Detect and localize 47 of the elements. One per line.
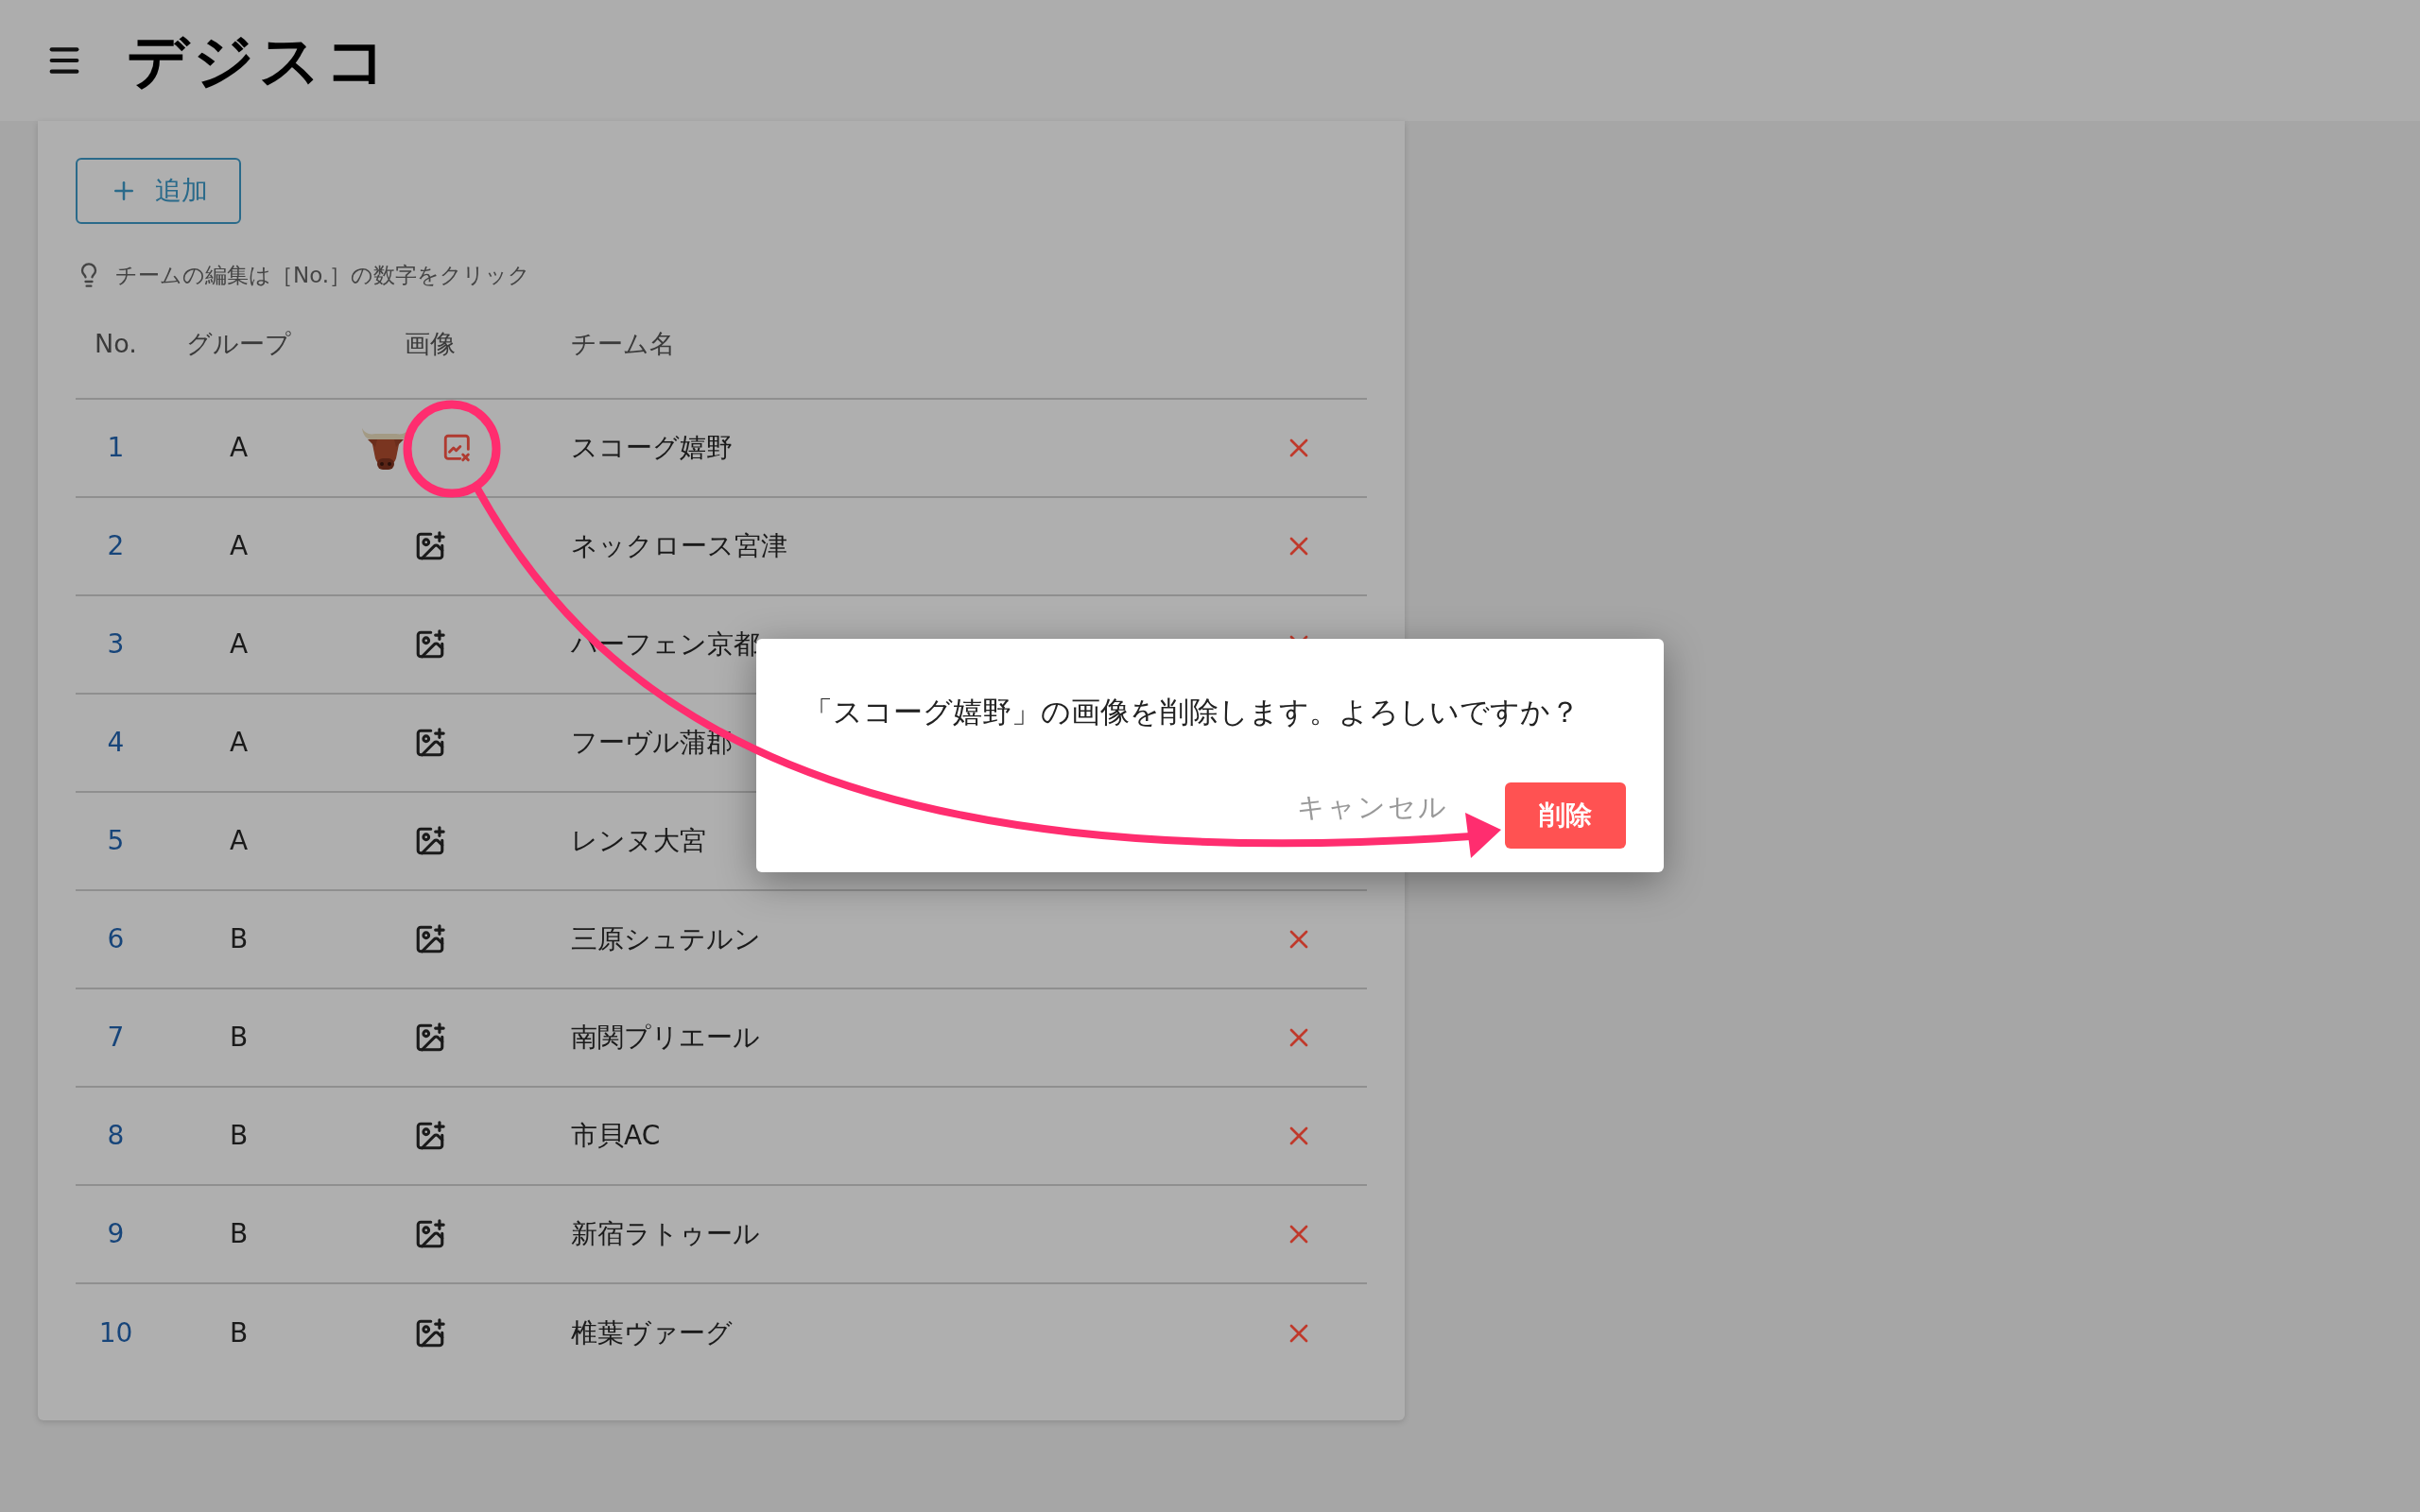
add-image-icon[interactable] [414,1317,446,1349]
group-cell-text: A [228,627,250,662]
team-number-link[interactable]: 4 [76,723,156,763]
team-name: スコーグ嬉野 [570,431,734,465]
add-image-icon[interactable] [414,1218,446,1250]
add-image-icon[interactable] [414,530,446,562]
add-image-icon[interactable] [414,727,446,759]
team-number-link[interactable]: 5 [76,821,156,861]
group-cell-text: A [228,726,250,760]
team-number-link[interactable]: 8 [76,1116,156,1156]
team-number-link[interactable]: 7 [76,1018,156,1057]
team-name: 南関プリエール [570,1021,761,1055]
group-cell-text: A [228,529,250,563]
add-image-icon[interactable] [414,923,446,955]
column-header: 画像 [404,327,457,360]
group-cell-text: A [228,431,250,465]
hint-text: チームの編集は［No.］の数字をクリック [115,261,531,289]
cancel-button[interactable]: キャンセル [1297,787,1448,829]
add-image-icon[interactable] [414,628,446,661]
add-button[interactable]: 追加 [76,158,241,224]
team-name: レンヌ大宮 [570,824,707,858]
team-name: 新宿ラトゥール [570,1217,761,1251]
add-image-icon[interactable] [414,1022,446,1054]
column-header: No. [94,327,138,360]
team-number-link[interactable]: 10 [76,1314,156,1353]
group-cell-text: B [228,1021,250,1055]
add-image-icon[interactable] [414,825,446,857]
team-number-link[interactable]: 2 [76,526,156,566]
column-header: グループ [185,327,292,360]
delete-button[interactable]: 削除 [1505,782,1626,849]
team-name: ネックロース宮津 [570,529,788,563]
team-name: 三原シュテルン [570,922,762,956]
team-name: 椎葉ヴァーグ [570,1316,734,1350]
add-image-icon[interactable] [414,1120,446,1152]
group-cell-text: B [228,1316,250,1350]
logo: デジスコ [127,30,391,91]
team-number-link[interactable]: 1 [76,428,156,468]
team-number-link[interactable]: 6 [76,919,156,959]
group-cell-text: B [228,1119,250,1153]
team-number-link[interactable]: 9 [76,1214,156,1254]
team-number-link[interactable]: 3 [76,625,156,664]
team-name: 市貝AC [570,1119,662,1153]
dialog-message: 「スコーグ嬉野」の画像を削除します。よろしいですか？ [803,694,1581,730]
group-cell-text: A [228,824,250,858]
group-cell-text: B [228,922,250,956]
group-cell-text: B [228,1217,250,1251]
column-header: チーム名 [570,327,675,360]
